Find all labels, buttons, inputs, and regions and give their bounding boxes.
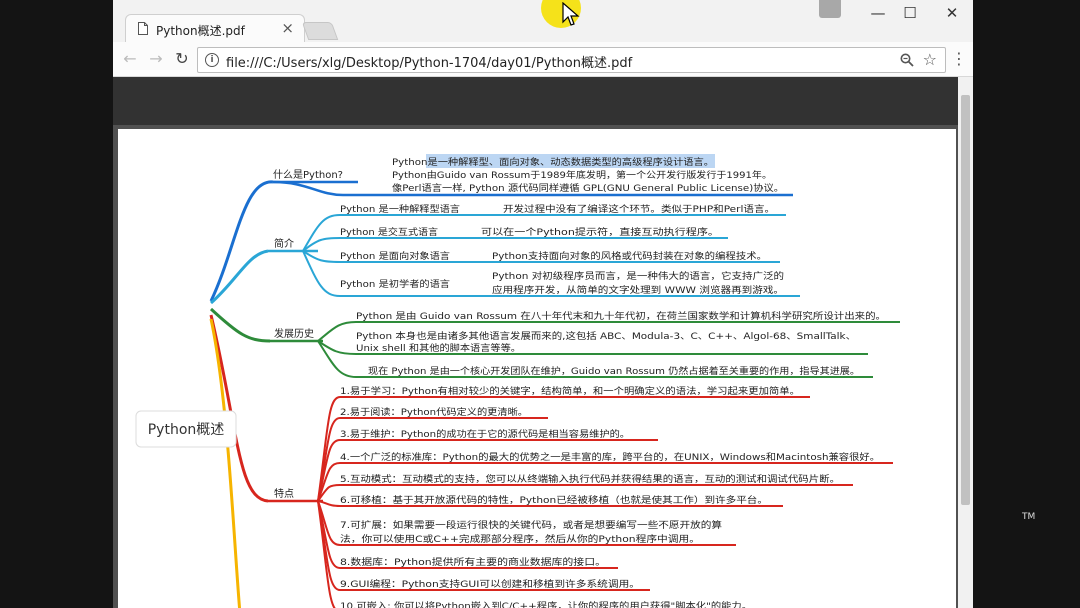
watermark-tm: TM bbox=[1022, 512, 1036, 522]
feature-item-5: 5.互动模式：互动模式的支持，您可以从终端输入执行代码并获得结果的语言，互动的测… bbox=[340, 473, 840, 485]
profile-icon[interactable] bbox=[819, 0, 841, 18]
what-item-1: Python是一种解释型、面向对象、动态数据类型的高级程序设计语言。 bbox=[392, 156, 714, 168]
branch-features-label: 特点 bbox=[274, 488, 294, 500]
mouse-cursor-icon bbox=[562, 2, 580, 26]
tab-title: Python概述.pdf bbox=[156, 24, 245, 38]
intro-desc-4a: Python 对初级程序员而言，是一种伟大的语言，它支持广泛的 bbox=[492, 270, 784, 282]
maximize-button[interactable]: ☐ bbox=[898, 3, 922, 23]
reload-button[interactable]: ↻ bbox=[171, 48, 193, 70]
scrollbar-thumb[interactable] bbox=[961, 95, 970, 505]
what-item-2: Python由Guido van Rossum于1989年底发明，第一个公开发行… bbox=[392, 169, 772, 181]
address-bar[interactable]: i file:///C:/Users/xlg/Desktop/Python-17… bbox=[197, 47, 946, 73]
feature-item-2: 2.易于阅读：Python代码定义的更清晰。 bbox=[340, 406, 528, 418]
intro-desc-3: Python支持面向对象的风格或代码封装在对象的编程技术。 bbox=[492, 250, 767, 262]
zoom-icon[interactable] bbox=[900, 53, 914, 67]
feature-item-7b: 法，你可以使用C或C++完成那部分程序，然后从你的Python程序中调用。 bbox=[340, 533, 700, 545]
feature-item-3: 3.易于维护：Python的成功在于它的源代码是相当容易维护的。 bbox=[340, 428, 630, 440]
forward-button[interactable]: → bbox=[145, 48, 167, 70]
tab-pdf[interactable]: Python概述.pdf × bbox=[125, 14, 305, 43]
feature-item-6: 6.可移植：基于其开放源代码的特性，Python已经被移植（也就是使其工作）到许… bbox=[340, 494, 768, 506]
feature-item-7a: 7.可扩展：如果需要一段运行很快的关键代码，或者是想要编写一些不愿开放的算 bbox=[340, 519, 722, 531]
intro-term-1: Python 是一种解释型语言 bbox=[340, 203, 460, 215]
branch-history-label: 发展历史 bbox=[274, 327, 314, 340]
toolbar: ← → ↻ i file:///C:/Users/xlg/Desktop/Pyt… bbox=[113, 42, 973, 77]
url-text[interactable]: file:///C:/Users/xlg/Desktop/Python-1704… bbox=[226, 52, 632, 71]
history-item-4: 现在 Python 是由一个核心开发团队在维护，Guido van Rossum… bbox=[368, 365, 860, 377]
intro-term-2: Python 是交互式语言 bbox=[340, 226, 438, 238]
feature-item-9: 9.GUI编程：Python支持GUI可以创建和移植到许多系统调用。 bbox=[340, 578, 640, 590]
info-icon[interactable]: i bbox=[205, 53, 219, 67]
history-item-1: Python 是由 Guido van Rossum 在八十年代末和九十年代初，… bbox=[356, 310, 886, 322]
close-button[interactable]: ✕ bbox=[940, 3, 964, 23]
branch-intro-label: 简介 bbox=[274, 237, 294, 250]
back-button[interactable]: ← bbox=[119, 48, 141, 70]
intro-term-3: Python 是面向对象语言 bbox=[340, 250, 450, 262]
star-icon[interactable]: ☆ bbox=[923, 50, 937, 69]
new-tab-button[interactable] bbox=[301, 22, 339, 40]
minimize-button[interactable]: — bbox=[866, 3, 890, 23]
branch-what-label: 什么是Python? bbox=[273, 169, 343, 181]
feature-item-4: 4.一个广泛的标准库：Python的最大的优势之一是丰富的库，跨平台的，在UNI… bbox=[340, 451, 880, 463]
pdf-file-icon bbox=[138, 22, 148, 35]
menu-icon[interactable]: ⋮ bbox=[951, 50, 967, 68]
pdf-toolbar bbox=[113, 77, 958, 125]
feature-item-8: 8.数据库：Python提供所有主要的商业数据库的接口。 bbox=[340, 556, 606, 568]
intro-desc-1: 开发过程中没有了编译这个环节。类似于PHP和Perl语言。 bbox=[503, 203, 775, 215]
history-item-2: Python 本身也是由诸多其他语言发展而来的,这包括 ABC、Modula-3… bbox=[356, 330, 856, 342]
feature-item-10: 10.可嵌入: 你可以将Python嵌入到C/C++程序，让你的程序的用户获得"… bbox=[340, 600, 752, 608]
history-item-3: Unix shell 和其他的脚本语言等等。 bbox=[356, 342, 521, 354]
intro-desc-2: 可以在一个Python提示符，直接互动执行程序。 bbox=[481, 226, 719, 238]
root-label: Python概述 bbox=[148, 422, 225, 438]
what-item-3: 像Perl语言一样, Python 源代码同样遵循 GPL(GNU Genera… bbox=[392, 182, 784, 194]
intro-term-4: Python 是初学者的语言 bbox=[340, 278, 450, 290]
intro-desc-4b: 应用程序开发，从简单的文字处理到 WWW 浏览器再到游戏。 bbox=[492, 284, 784, 296]
watermark-text: 千锋教育 bbox=[812, 516, 956, 556]
tab-close-icon[interactable]: × bbox=[281, 19, 294, 37]
vertical-scrollbar[interactable] bbox=[958, 77, 973, 608]
feature-item-1: 1.易于学习：Python有相对较少的关键字，结构简单，和一个明确定义的语法，学… bbox=[340, 385, 800, 397]
